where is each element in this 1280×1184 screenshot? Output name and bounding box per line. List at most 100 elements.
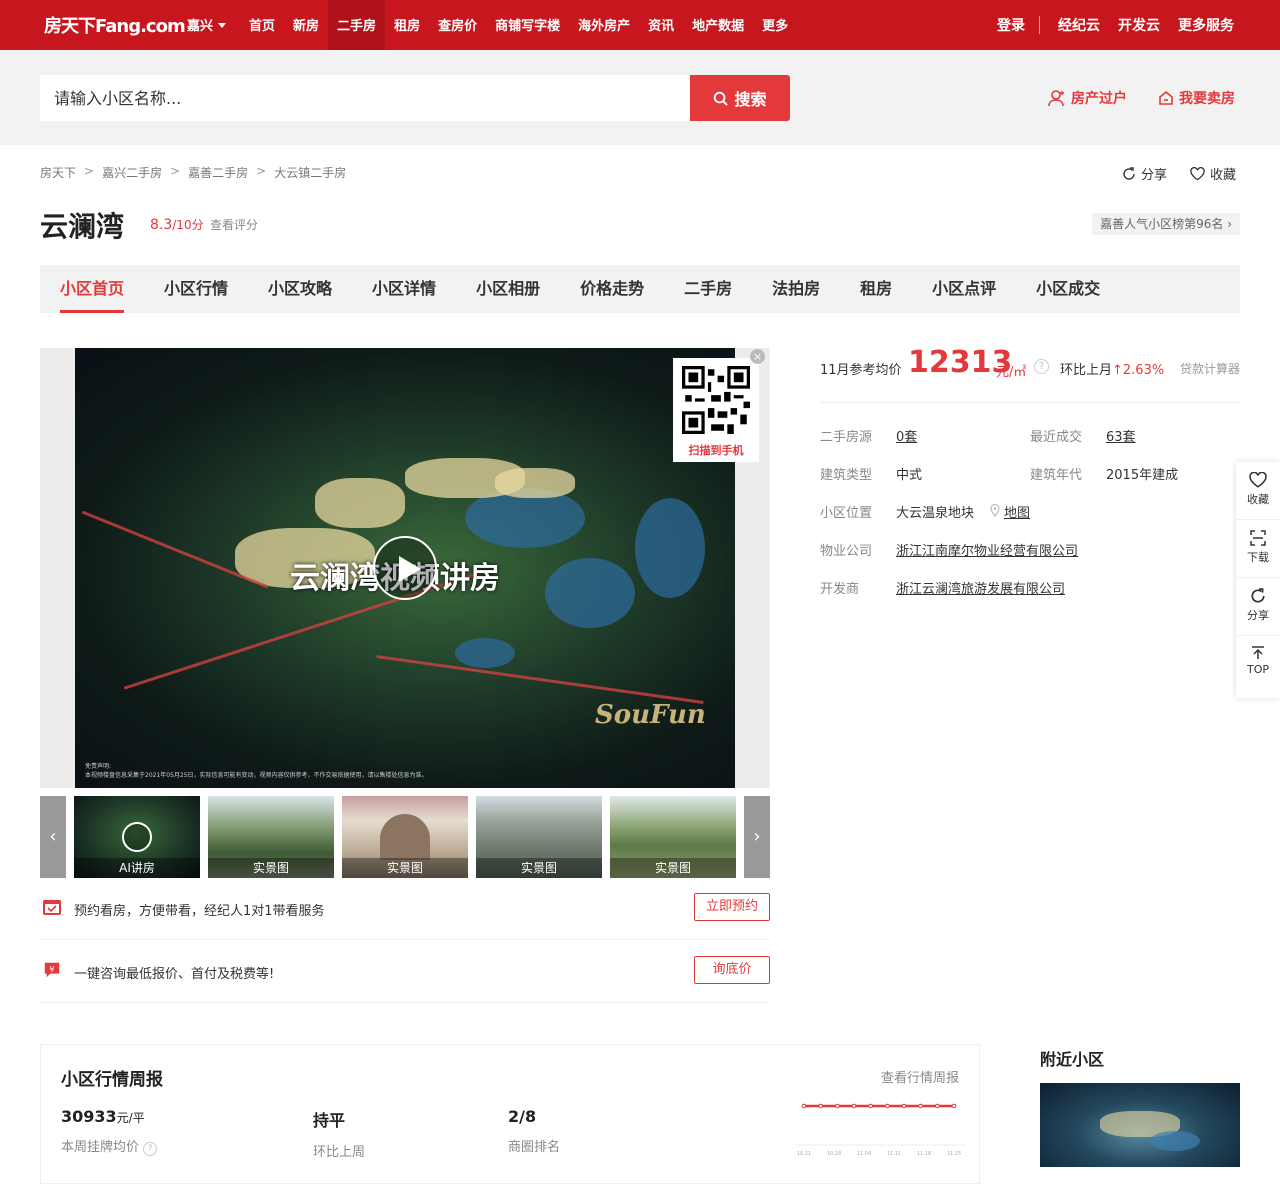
map-link[interactable]: 地图 — [1004, 502, 1030, 521]
thumbnail-photo[interactable]: 实景图 — [610, 796, 736, 878]
more-services-link[interactable]: 更多服务 — [1178, 15, 1234, 35]
agent-cloud-link[interactable]: 经纪云 — [1058, 15, 1100, 35]
disclaimer-text: 本视频楼盘信息采集于2021年05月25日，实际信息可能有变动，视频内容仅供参考… — [85, 772, 428, 779]
breadcrumb-item[interactable]: 嘉善二手房 — [188, 164, 248, 181]
map-pin-icon — [990, 504, 1000, 517]
thumbnail-photo[interactable]: 实景图 — [342, 796, 468, 878]
tab-transactions[interactable]: 小区成交 — [1036, 265, 1100, 313]
thumb-next-button[interactable]: › — [744, 796, 770, 878]
nav-item-second-hand[interactable]: 二手房 — [328, 0, 386, 50]
nav-item-overseas[interactable]: 海外房产 — [569, 0, 639, 50]
nearby-community-image[interactable] — [1040, 1083, 1240, 1167]
nav-item-new-homes[interactable]: 新房 — [284, 0, 328, 50]
heart-icon — [1190, 166, 1205, 180]
rank-badge[interactable]: 嘉善人气小区榜第96名 › — [1092, 213, 1240, 235]
trend-point — [901, 1103, 907, 1109]
thumbnail-ai-tour[interactable]: AI讲房 — [74, 796, 200, 878]
city-selector[interactable]: 嘉兴 — [178, 0, 240, 50]
developer-cloud-link[interactable]: 开发云 — [1118, 15, 1160, 35]
help-icon[interactable]: ? — [1034, 359, 1049, 374]
site-logo[interactable]: 房天下Fang.com — [44, 12, 186, 38]
side-favorite-button[interactable]: 收藏 — [1236, 462, 1280, 520]
sell-home-label: 我要卖房 — [1179, 91, 1235, 107]
back-to-top-button[interactable]: TOP — [1236, 636, 1280, 694]
sell-home-link[interactable]: 我要卖房 — [1158, 88, 1235, 108]
login-link[interactable]: 登录 — [997, 15, 1025, 35]
chart-date-label: 10.28 — [827, 1151, 841, 1157]
tab-album[interactable]: 小区相册 — [476, 265, 540, 313]
nav-item-commercial[interactable]: 商铺写字楼 — [486, 0, 569, 50]
property-transfer-label: 房产过户 — [1071, 91, 1127, 107]
nav-item-home[interactable]: 首页 — [240, 0, 284, 50]
weekly-stat-trend: 持平 环比上周 — [313, 1107, 365, 1160]
ask-price-button[interactable]: 询底价 — [694, 956, 770, 984]
tab-rent[interactable]: 租房 — [860, 265, 892, 313]
info-label: 最近成交 — [1030, 430, 1083, 445]
play-icon — [122, 822, 152, 852]
change-value: ↑2.63% — [1112, 363, 1165, 378]
thumbnail-photo[interactable]: 实景图 — [208, 796, 334, 878]
tab-guide[interactable]: 小区攻略 — [268, 265, 332, 313]
info-label: 开发商 — [820, 582, 860, 597]
trend-point — [851, 1103, 857, 1109]
deals-count-link[interactable]: 63套 — [1106, 426, 1136, 445]
breadcrumb-item[interactable]: 嘉兴二手房 — [102, 164, 162, 181]
share-button[interactable]: 分享 — [1122, 164, 1167, 183]
search-button[interactable]: 搜索 — [690, 75, 790, 121]
see-score-link[interactable]: 查看评分 — [210, 216, 258, 233]
divider — [1039, 16, 1040, 34]
chart-date-label: 11.25 — [947, 1151, 961, 1157]
info-label: 建筑年代 — [1030, 468, 1083, 483]
trend-point — [951, 1103, 957, 1109]
book-viewing-button[interactable]: 立即预约 — [694, 893, 770, 921]
play-icon[interactable] — [373, 536, 437, 600]
video-poster[interactable]: 云澜湾视频讲房 SouFun 免责声明: 本视频楼盘信息采集于2021年05月25… — [75, 348, 735, 788]
thumbnail-strip: ‹ AI讲房 实景图 实景图 实景图 实景图 › — [40, 796, 770, 878]
chart-date-label: 10.21 — [797, 1151, 811, 1157]
close-icon[interactable]: × — [750, 349, 765, 364]
thumbnail-photo[interactable]: 实景图 — [476, 796, 602, 878]
page-title: 云澜湾 — [40, 210, 125, 243]
weekly-report-link[interactable]: 查看行情周报 — [881, 1067, 959, 1086]
side-download-button[interactable]: 下载 — [1236, 520, 1280, 578]
weekly-report-card: 小区行情周报 查看行情周报 30933元/平 本周挂牌均价 ? 持平 环比上周 … — [40, 1044, 980, 1184]
side-tool-label: TOP — [1246, 663, 1269, 676]
breadcrumb-item[interactable]: 房天下 — [40, 164, 76, 181]
thumbnail-caption: AI讲房 — [74, 858, 200, 878]
info-label: 二手房源 — [820, 430, 873, 445]
avg-price-value: 30933 — [61, 1107, 117, 1126]
community-search-input[interactable] — [40, 75, 690, 121]
developer-link[interactable]: 浙江云澜湾旅游发展有限公司 — [896, 578, 1065, 597]
tab-price-trend[interactable]: 价格走势 — [580, 265, 644, 313]
nav-item-price-check[interactable]: 查房价 — [429, 0, 486, 50]
property-transfer-link[interactable]: 房产过户 — [1048, 88, 1127, 108]
tab-second-hand[interactable]: 二手房 — [684, 265, 732, 313]
thumbnail-caption: 实景图 — [476, 858, 602, 878]
thumbnail-caption: 实景图 — [610, 858, 736, 878]
rank-label: 商圈排名 — [508, 1140, 561, 1155]
tab-reviews[interactable]: 小区点评 — [932, 265, 996, 313]
side-tool-label: 收藏 — [1247, 493, 1269, 506]
thumb-prev-button[interactable]: ‹ — [40, 796, 66, 878]
price-summary: 11月参考均价 12313 元/㎡ ? 环比上月↑2.63% 贷款计算器 — [820, 345, 1240, 403]
nav-item-data[interactable]: 地产数据 — [683, 0, 753, 50]
calendar-icon — [43, 900, 61, 915]
property-company-link[interactable]: 浙江江南摩尔物业经营有限公司 — [896, 540, 1078, 559]
trend-value: 持平 — [313, 1111, 346, 1130]
nav-item-more[interactable]: 更多 — [753, 0, 797, 50]
breadcrumb-item[interactable]: 大云镇二手房 — [274, 164, 346, 181]
tab-details[interactable]: 小区详情 — [372, 265, 436, 313]
loan-calculator-link[interactable]: 贷款计算器 — [1180, 360, 1240, 377]
nav-item-rent[interactable]: 租房 — [385, 0, 429, 50]
tab-market[interactable]: 小区行情 — [164, 265, 228, 313]
qr-code-icon — [682, 366, 750, 434]
listings-count-link[interactable]: 0套 — [896, 426, 917, 445]
tab-home[interactable]: 小区首页 — [60, 265, 125, 313]
help-icon[interactable]: ? — [143, 1142, 158, 1156]
tab-auction[interactable]: 法拍房 — [772, 265, 820, 313]
main-nav: 嘉兴 首页 新房 二手房 租房 查房价 商铺写字楼 海外房产 资讯 地产数据 更… — [178, 0, 797, 50]
side-tool-label: 下载 — [1247, 551, 1269, 564]
nav-item-news[interactable]: 资讯 — [639, 0, 683, 50]
side-share-button[interactable]: 分享 — [1236, 578, 1280, 636]
favorite-button[interactable]: 收藏 — [1190, 164, 1236, 183]
